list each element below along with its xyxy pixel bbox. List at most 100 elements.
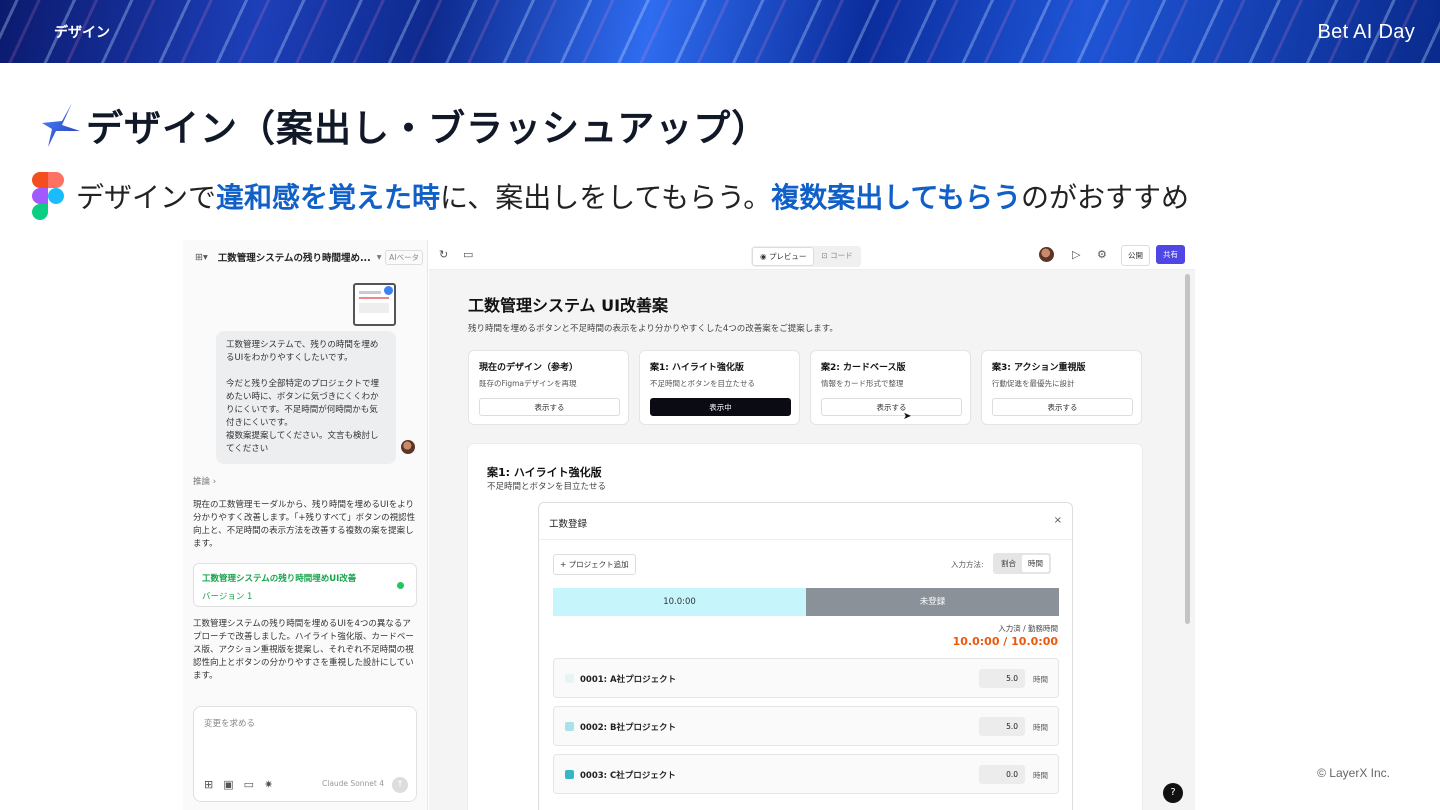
preview-toolbar: ↻ ▭ ◉ プレビュー ⊡ コード ▷ ⚙ 公開 共有 [429, 240, 1195, 270]
layout-icon[interactable]: ▭ [463, 248, 473, 261]
preview-panel: ↻ ▭ ◉ プレビュー ⊡ コード ▷ ⚙ 公開 共有 工数管理システム UI改… [429, 240, 1195, 810]
card-title: 案3: アクション重視版 [992, 363, 1086, 373]
hours-unit: 時間 [1033, 675, 1048, 684]
reasoning-toggle[interactable]: 推論 › [193, 475, 216, 487]
tab-preview[interactable]: ◉ プレビュー [752, 247, 815, 266]
artifact-version: バージョン 1 [202, 592, 253, 602]
proposal-description: 残り時間を埋めるボタンと不足時間の表示をより分かりやすくした4つの改善案をご提案… [468, 324, 838, 334]
project-name: 0001: A社プロジェクト [580, 675, 677, 685]
project-row: 0001: A社プロジェクト 5.0 時間 [553, 658, 1059, 698]
panel-subtitle: 不足時間とボタンを目立たせる [487, 482, 607, 492]
color-swatch [565, 722, 574, 731]
show-button[interactable]: 表示する [479, 398, 620, 416]
input-tools: ⊞ ▣ ▭ ✷ [204, 778, 273, 791]
card-title: 案1: ハイライト強化版 [650, 363, 744, 373]
chat-input-placeholder: 変更を求める [204, 719, 256, 729]
copyright: © LayerX Inc. [1317, 766, 1390, 780]
cursor-icon: ➤ [903, 411, 912, 422]
show-button[interactable]: 表示する [821, 398, 962, 416]
bet-ai-day-logo: Bet AI Day [1317, 21, 1415, 43]
figma-icon [32, 172, 64, 220]
scrollbar[interactable] [1185, 274, 1190, 624]
image-icon[interactable]: ▣ [223, 778, 233, 791]
slide-title-row: デザイン（案出し・ブラッシュアップ） [40, 98, 769, 152]
help-button[interactable]: ? [1163, 783, 1183, 803]
proposal-card: 案1: ハイライト強化版 不足時間とボタンを目立たせる 表示中 [639, 350, 800, 425]
hours-input[interactable]: 5.0 [979, 717, 1025, 736]
assistant-reply-2: 工数管理システムの残り時間を埋めるUIを4つの異なるアプローチで改善しました。ハ… [193, 619, 414, 681]
proposal-card: 案2: カードベース版 情報をカード形式で整理 表示する ➤ [810, 350, 971, 425]
section-label: デザイン [54, 25, 110, 41]
unregistered-segment: 未登録 [806, 588, 1059, 616]
hours-unit: 時間 [1033, 723, 1048, 732]
subtitle-highlight-2: 複数案出してもらう [771, 181, 1022, 214]
user-avatar-top[interactable] [1039, 247, 1054, 262]
method-hours[interactable]: 時間 [1022, 555, 1049, 572]
time-bar: 10.0:00 未登録 [553, 588, 1059, 616]
hours-unit: 時間 [1033, 771, 1048, 780]
send-button[interactable]: ↑ [392, 777, 408, 793]
color-swatch [565, 770, 574, 779]
chat-input[interactable]: 変更を求める ⊞ ▣ ▭ ✷ Claude Sonnet 4 ↑ [193, 706, 417, 802]
play-icon[interactable]: ▷ [1072, 248, 1080, 261]
total-value: 10.0:00 / 10.0:00 [952, 635, 1058, 648]
hours-input[interactable]: 5.0 [979, 669, 1025, 688]
share-button[interactable]: 共有 [1156, 245, 1185, 264]
status-dot [397, 582, 404, 589]
project-row: 0003: C社プロジェクト 0.0 時間 [553, 754, 1059, 794]
slide-subtitle: デザインで 違和感を覚えた時 に、案出しをしてもらう。 複数案出してもらう のが… [32, 172, 1189, 220]
view-toggle: ◉ プレビュー ⊡ コード [751, 246, 861, 267]
refresh-icon[interactable]: ↻ [439, 248, 448, 261]
page-title: デザイン（案出し・ブラッシュアップ） [86, 107, 770, 150]
subtitle-text-2: に、案出しをしてもらう。 [440, 181, 772, 214]
app-screenshot: ⊞▾ 工数管理システムの残り時間埋め... ▾ AIベータ 工数管理システムで、… [183, 240, 1195, 810]
project-name: 0003: C社プロジェクト [580, 771, 676, 781]
card-desc: 既存のFigmaデザインを再現 [479, 379, 577, 388]
project-title[interactable]: 工数管理システムの残り時間埋め... [218, 250, 371, 264]
add-project-button[interactable]: + プロジェクト追加 [553, 554, 636, 575]
card-title: 案2: カードベース版 [821, 363, 906, 373]
modal-title: 工数登録 [549, 519, 588, 530]
card-title: 現在のデザイン（参考） [479, 363, 579, 373]
artifact-title: 工数管理システムの残り時間埋めUI改善 [202, 574, 357, 584]
model-badge: AIベータ [385, 249, 423, 265]
subtitle-highlight-1: 違和感を覚えた時 [216, 181, 441, 214]
card-desc: 行動促進を最優先に設計 [992, 379, 1075, 388]
user-message: 工数管理システムで、残りの時間を埋めるUIをわかりやすくしたいです。 今だと残り… [216, 331, 396, 464]
chat-header: ⊞▾ 工数管理システムの残り時間埋め... ▾ AIベータ [195, 248, 423, 266]
sparkle-tool-icon[interactable]: ✷ [264, 778, 273, 791]
tab-code[interactable]: ⊡ コード [814, 247, 859, 266]
color-swatch [565, 674, 574, 683]
model-selector[interactable]: Claude Sonnet 4 [322, 779, 384, 788]
publish-button[interactable]: 公開 [1121, 245, 1150, 266]
artifact-card[interactable]: 工数管理システムの残り時間埋めUI改善 バージョン 1 [193, 563, 417, 607]
project-name: 0002: B社プロジェクト [580, 723, 676, 733]
sparkle-icon [42, 103, 80, 147]
project-row: 0002: B社プロジェクト 5.0 時間 [553, 706, 1059, 746]
user-avatar [401, 440, 415, 454]
gear-icon[interactable]: ⚙ [1097, 248, 1107, 261]
subtitle-text-1: デザインで [76, 181, 217, 214]
header-banner: デザイン Bet AI Day [0, 0, 1440, 63]
divider [539, 539, 1072, 540]
chevron-down-icon[interactable]: ▾ [377, 252, 382, 263]
proposal-card: 案3: アクション重視版 行動促進を最優先に設計 表示する [981, 350, 1142, 425]
showing-button[interactable]: 表示中 [650, 398, 791, 416]
book-icon[interactable]: ▭ [244, 778, 254, 791]
registered-segment: 10.0:00 [553, 588, 806, 616]
proposal-title: 工数管理システム UI改善案 [468, 296, 669, 315]
chat-panel: ⊞▾ 工数管理システムの残り時間埋め... ▾ AIベータ 工数管理システムで、… [183, 240, 428, 810]
method-ratio[interactable]: 割合 [995, 555, 1022, 572]
figma-menu-icon[interactable]: ⊞▾ [195, 252, 208, 263]
input-method-label: 入力方法: [951, 560, 984, 569]
input-method-toggle: 割合 時間 [993, 553, 1051, 574]
close-icon[interactable]: × [1054, 515, 1062, 526]
show-button[interactable]: 表示する [992, 398, 1133, 416]
subtitle-text-3: のがおすすめ [1021, 181, 1190, 214]
figma-tool-icon[interactable]: ⊞ [204, 778, 213, 791]
proposal-card: 現在のデザイン（参考） 既存のFigmaデザインを再現 表示する [468, 350, 629, 425]
hours-input[interactable]: 0.0 [979, 765, 1025, 784]
assistant-reply-1: 現在の工数管理モーダルから、残り時間を埋めるUIをより分かりやすく改善します。「… [193, 500, 416, 549]
attachment-thumbnail[interactable] [353, 283, 396, 326]
panel-title: 案1: ハイライト強化版 [487, 466, 602, 479]
